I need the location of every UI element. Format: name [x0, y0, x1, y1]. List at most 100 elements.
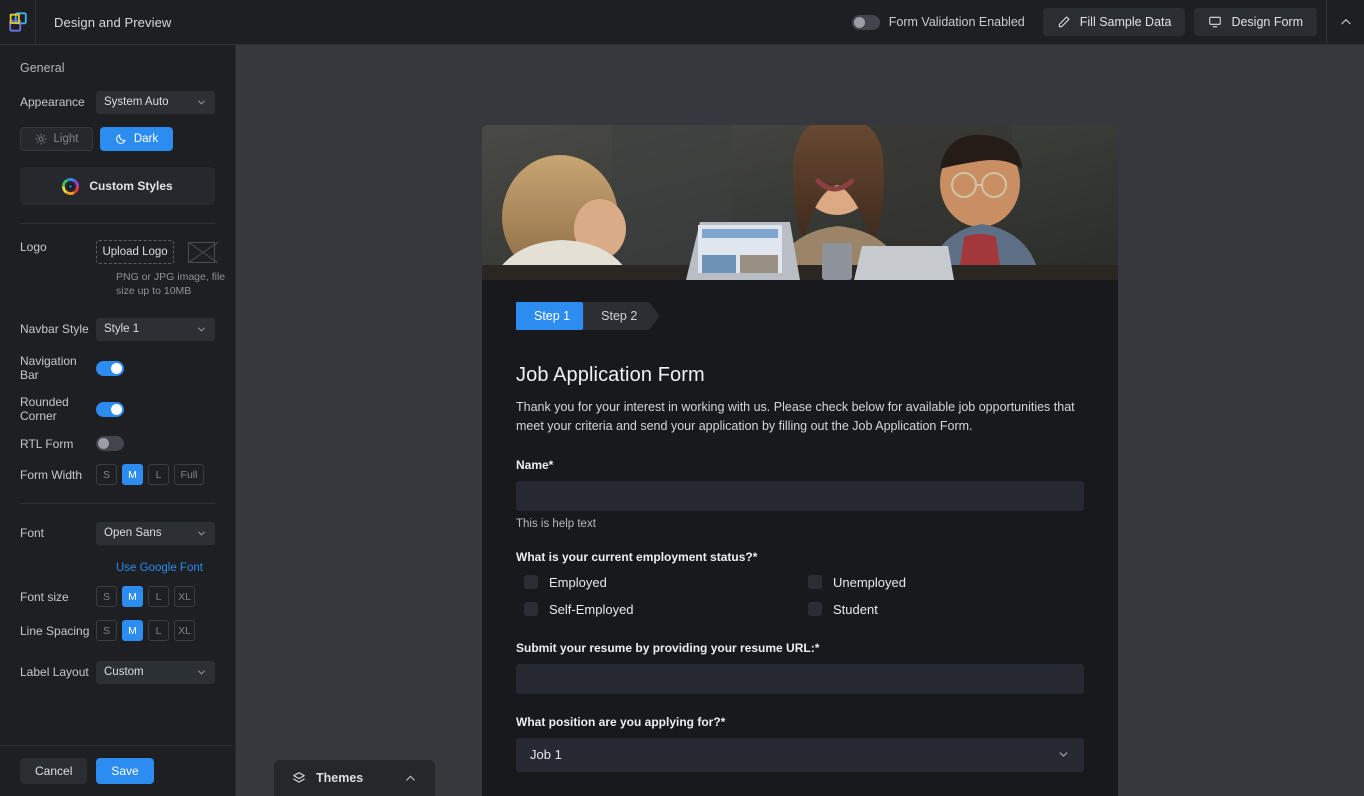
navigation-bar-toggle[interactable] [96, 361, 124, 376]
fill-sample-data-label: Fill Sample Data [1080, 15, 1172, 29]
page-title: Design and Preview [54, 15, 171, 30]
form-width-option-l[interactable]: L [148, 464, 169, 485]
chevron-down-icon [1057, 748, 1070, 761]
navigation-bar-label: Navigation Bar [20, 354, 96, 382]
sidebar-scroll-region[interactable]: General Appearance System Auto Light [0, 45, 235, 745]
checkbox-student[interactable]: Student [800, 602, 1084, 617]
form-width-option-m[interactable]: M [122, 464, 143, 485]
toggle-knob [98, 438, 109, 449]
form-width-option-full[interactable]: Full [174, 464, 204, 485]
toggle-knob [111, 404, 122, 415]
line-spacing-option-s[interactable]: S [96, 620, 117, 641]
themes-bar[interactable]: Themes [274, 760, 435, 796]
rounded-corner-toggle[interactable] [96, 402, 124, 417]
form-heading: Job Application Form [516, 364, 1084, 387]
dark-mode-button[interactable]: Dark [100, 127, 173, 151]
form-validation-label: Form Validation Enabled [889, 15, 1025, 29]
rtl-form-row: RTL Form [20, 436, 215, 451]
save-button[interactable]: Save [96, 758, 153, 784]
form-width-row: Form Width S M L Full [20, 464, 215, 485]
light-mode-button[interactable]: Light [20, 127, 93, 151]
use-google-font-link[interactable]: Use Google Font [116, 562, 203, 574]
logo-preview-placeholder [188, 242, 215, 263]
cancel-button[interactable]: Cancel [20, 758, 87, 784]
form-validation-toggle[interactable] [852, 15, 880, 30]
appearance-row: Appearance System Auto [20, 89, 215, 115]
font-size-row: Font size S M L XL [20, 586, 215, 607]
logo-upload-hint: PNG or JPG image, file size up to 10MB [116, 270, 235, 298]
navbar-style-row: Navbar Style Style 1 [20, 316, 215, 342]
design-form-button[interactable]: Design Form [1194, 8, 1317, 36]
preview-canvas: Step 1 Step 2 Job Application Form Thank… [236, 45, 1364, 796]
collapse-panel-button[interactable] [1326, 0, 1364, 45]
employment-status-block: What is your current employment status?*… [516, 550, 1084, 617]
themes-label: Themes [316, 771, 363, 785]
toggle-knob [111, 363, 122, 374]
sidebar-divider-2 [20, 503, 215, 504]
form-preview-card: Step 1 Step 2 Job Application Form Thank… [482, 125, 1118, 796]
custom-styles-button[interactable]: Custom Styles [20, 167, 215, 205]
interlocking-squares-logo-icon [7, 11, 29, 33]
line-spacing-option-xl[interactable]: XL [174, 620, 195, 641]
font-size-option-s[interactable]: S [96, 586, 117, 607]
sun-icon [35, 133, 47, 145]
upload-logo-button[interactable]: Upload Logo [96, 240, 174, 264]
font-size-option-xl[interactable]: XL [174, 586, 195, 607]
rounded-corner-row: Rounded Corner [20, 395, 215, 423]
sidebar-divider-1 [20, 223, 215, 224]
label-layout-row: Label Layout Custom [20, 659, 215, 685]
rtl-form-label: RTL Form [20, 437, 96, 451]
color-wheel-icon [62, 178, 79, 195]
chevron-up-icon [1339, 15, 1353, 29]
pencil-icon [1057, 15, 1071, 29]
hero-photo [482, 125, 1118, 280]
app-logo-cell[interactable] [0, 0, 36, 45]
label-layout-label: Label Layout [20, 665, 96, 679]
form-width-segmented: S M L Full [96, 464, 204, 485]
font-size-option-l[interactable]: L [148, 586, 169, 607]
form-validation-toggle-group[interactable]: Form Validation Enabled [852, 15, 1025, 30]
checkbox-label: Unemployed [833, 575, 906, 590]
rtl-form-toggle[interactable] [96, 436, 124, 451]
label-layout-select[interactable]: Custom [96, 661, 215, 684]
chevron-down-icon [196, 528, 207, 539]
name-field-label: Name* [516, 458, 1084, 472]
form-hero-image [482, 125, 1118, 280]
position-select[interactable]: Job 1 [516, 738, 1084, 772]
line-spacing-option-l[interactable]: L [148, 620, 169, 641]
line-spacing-option-m[interactable]: M [122, 620, 143, 641]
fill-sample-data-button[interactable]: Fill Sample Data [1043, 8, 1186, 36]
step-1-tab[interactable]: Step 1 [516, 302, 592, 330]
checkbox-box-icon [808, 602, 822, 616]
checkbox-unemployed[interactable]: Unemployed [800, 575, 1084, 590]
layers-icon [292, 771, 306, 785]
navbar-style-select[interactable]: Style 1 [96, 318, 215, 341]
chevron-down-icon [196, 324, 207, 335]
form-width-label: Form Width [20, 468, 96, 482]
logo-row: Logo Upload Logo [20, 240, 215, 264]
dark-mode-label: Dark [134, 133, 158, 145]
employment-status-options: Employed Unemployed Self-Employed S [516, 575, 1084, 617]
position-block: What position are you applying for?* Job… [516, 715, 1084, 772]
step-2-tab[interactable]: Step 2 [583, 302, 659, 330]
font-row: Font Open Sans [20, 520, 215, 546]
form-width-option-s[interactable]: S [96, 464, 117, 485]
employment-status-label: What is your current employment status?* [516, 550, 1084, 564]
monitor-icon [1208, 15, 1222, 29]
checkbox-self-employed[interactable]: Self-Employed [516, 602, 800, 617]
line-spacing-segmented: S M L XL [96, 620, 195, 641]
font-select[interactable]: Open Sans [96, 522, 215, 545]
font-label: Font [20, 526, 96, 540]
appearance-select[interactable]: System Auto [96, 91, 215, 114]
logo-label: Logo [20, 240, 96, 254]
navbar-style-value: Style 1 [104, 323, 139, 335]
resume-url-input[interactable] [516, 664, 1084, 694]
chevron-up-icon [404, 772, 417, 785]
sidebar-footer: Cancel Save [0, 745, 235, 796]
font-size-option-m[interactable]: M [122, 586, 143, 607]
checkbox-employed[interactable]: Employed [516, 575, 800, 590]
rounded-corner-label: Rounded Corner [20, 395, 96, 423]
name-input[interactable] [516, 481, 1084, 511]
resume-url-label: Submit your resume by providing your res… [516, 641, 1084, 655]
position-label: What position are you applying for?* [516, 715, 1084, 729]
